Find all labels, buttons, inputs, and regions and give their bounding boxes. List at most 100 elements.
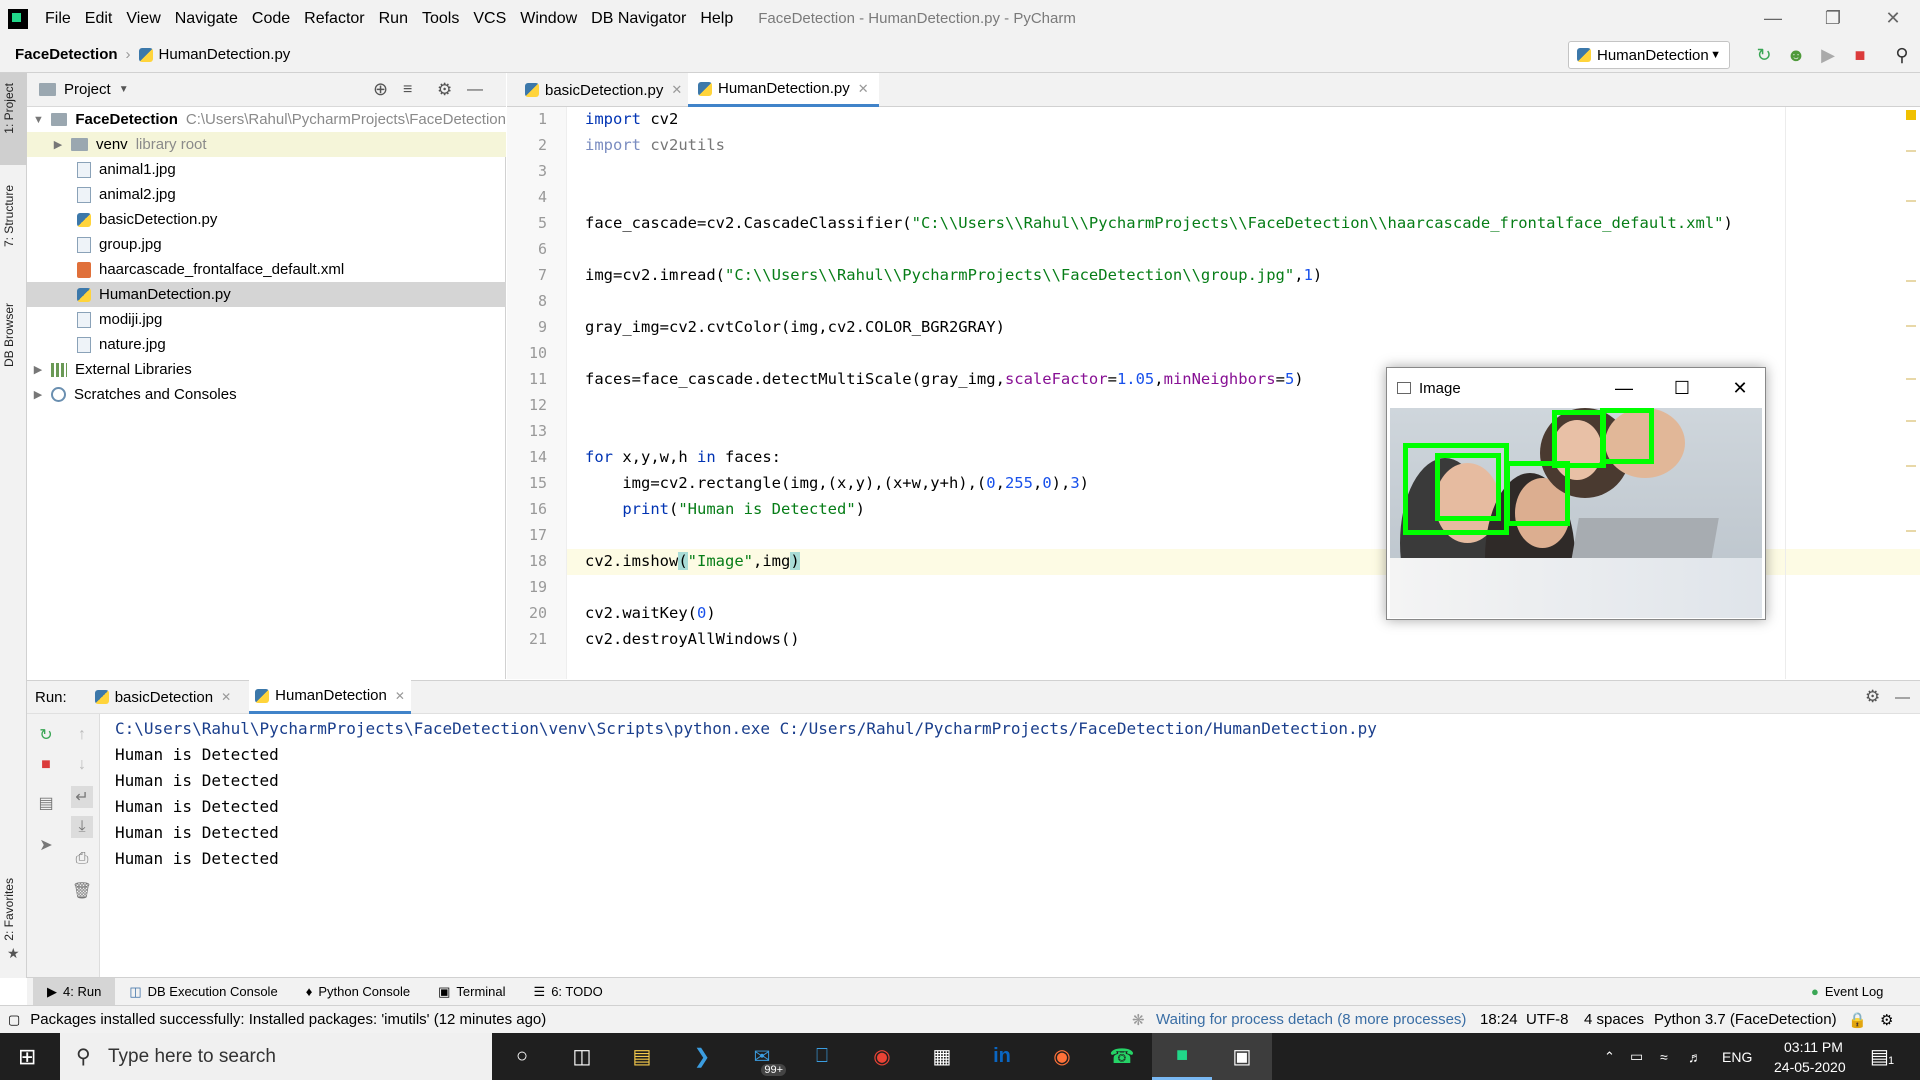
menu-navigate[interactable]: Navigate — [168, 10, 245, 28]
rerun-icon[interactable]: ↻ — [1752, 43, 1776, 67]
tool-tab-db-browser[interactable]: DB Browser — [2, 303, 16, 367]
status-message[interactable]: Packages installed successfully: Install… — [30, 1011, 546, 1028]
pycharm-taskbar-icon[interactable]: ■ — [1152, 1033, 1212, 1080]
firefox-icon[interactable]: ◉ — [1032, 1033, 1092, 1080]
tree-item-file[interactable]: nature.jpg — [27, 332, 506, 357]
menu-run[interactable]: Run — [372, 10, 415, 28]
inspector-icon[interactable]: ⚙ — [1880, 1011, 1893, 1029]
breadcrumb-file[interactable]: HumanDetection.py — [159, 46, 291, 63]
whatsapp-icon[interactable]: ☎ — [1092, 1033, 1152, 1080]
toolwindow-terminal[interactable]: ▣ Terminal — [424, 978, 519, 1006]
language-indicator[interactable]: ENG — [1722, 1049, 1752, 1065]
menu-vcs[interactable]: VCS — [466, 10, 513, 28]
image-window[interactable]: Image — ☐ ✕ — [1386, 367, 1766, 620]
image-window-taskbar-icon[interactable]: ▣ — [1212, 1033, 1272, 1080]
maximize-icon[interactable]: ☐ — [1657, 368, 1707, 408]
collapse-icon[interactable]: ≡ — [403, 81, 412, 99]
file-encoding[interactable]: UTF-8 — [1526, 1011, 1569, 1028]
coverage-icon[interactable]: ▶ — [1816, 43, 1840, 67]
menu-db-navigator[interactable]: DB Navigator — [584, 10, 693, 28]
minimize-icon[interactable]: — — [1750, 0, 1796, 37]
gear-icon[interactable]: ⚙ — [1865, 687, 1880, 707]
close-icon[interactable]: ✕ — [671, 82, 682, 98]
layout-icon[interactable]: ▤ — [35, 792, 57, 814]
close-icon[interactable]: ✕ — [395, 689, 405, 703]
task-view-icon[interactable]: ◫ — [552, 1033, 612, 1080]
soft-wrap-icon[interactable]: ↵ — [71, 786, 93, 808]
pin-icon[interactable]: ➤ — [35, 834, 57, 856]
file-explorer-icon[interactable]: ▤ — [612, 1033, 672, 1080]
interpreter[interactable]: Python 3.7 (FaceDetection) — [1654, 1011, 1837, 1028]
scroll-to-end-icon[interactable]: ⤓ — [71, 816, 93, 838]
stop-icon[interactable]: ■ — [1848, 43, 1872, 67]
tree-item-file[interactable]: haarcascade_frontalface_default.xml — [27, 257, 506, 282]
run-configuration-select[interactable]: HumanDetection ▼ — [1568, 41, 1730, 69]
indent-setting[interactable]: 4 spaces — [1584, 1011, 1644, 1028]
run-tab-basicdetection[interactable]: basicDetection ✕ — [89, 680, 237, 714]
tree-item-venv[interactable]: ▶ venv library root — [27, 132, 506, 157]
tree-item-file-selected[interactable]: HumanDetection.py — [27, 282, 506, 307]
menu-tools[interactable]: Tools — [415, 10, 466, 28]
minimize-icon[interactable]: — — [1599, 368, 1649, 408]
chevron-up-icon[interactable]: ⌃ — [1604, 1049, 1615, 1065]
run-tab-humandetection[interactable]: HumanDetection ✕ — [249, 680, 411, 714]
tree-item-external-libraries[interactable]: ▶ External Libraries — [27, 357, 506, 382]
close-icon[interactable]: ✕ — [1870, 0, 1916, 37]
toolwindow-db-execution-console[interactable]: ◫ DB Execution Console — [115, 978, 291, 1006]
project-panel-title[interactable]: Project — [64, 81, 111, 98]
windows-start-icon[interactable]: ⊞ — [18, 1044, 36, 1070]
menu-edit[interactable]: Edit — [78, 10, 120, 28]
chrome-icon[interactable]: ◉ — [852, 1033, 912, 1080]
mail-icon[interactable]: ✉ 99+ — [732, 1033, 792, 1080]
menu-file[interactable]: File — [38, 10, 78, 28]
arrow-down-icon[interactable]: ↓ — [71, 754, 93, 776]
hide-icon[interactable]: — — [1895, 689, 1910, 706]
tab-humandetection[interactable]: HumanDetection.py ✕ — [688, 73, 879, 107]
tool-tab-structure[interactable]: 7: Structure — [2, 185, 16, 247]
cortana-icon[interactable]: ○ — [492, 1033, 552, 1080]
tool-tab-favorites[interactable]: 2: Favorites — [2, 878, 16, 941]
tree-item-file[interactable]: modiji.jpg — [27, 307, 506, 332]
close-icon[interactable]: ✕ — [1715, 368, 1765, 408]
taskbar-search[interactable]: ⚲ Type here to search — [60, 1033, 492, 1080]
tree-item-scratches[interactable]: ▶ Scratches and Consoles — [27, 382, 506, 407]
image-window-titlebar[interactable]: Image — ☐ ✕ — [1387, 368, 1765, 408]
linkedin-icon[interactable]: in — [972, 1033, 1032, 1080]
menu-view[interactable]: View — [119, 10, 167, 28]
clock-date[interactable]: 24-05-2020 — [1774, 1059, 1846, 1075]
toolwindow-run[interactable]: ▶ 4: Run — [33, 977, 116, 1006]
volume-icon[interactable]: ♬ — [1688, 1049, 1702, 1065]
status-toggle-icon[interactable]: ▢ — [8, 1012, 20, 1028]
tool-tab-project[interactable]: 1: Project — [2, 83, 16, 134]
stop-icon[interactable]: ■ — [35, 754, 57, 776]
menu-window[interactable]: Window — [513, 10, 584, 28]
vscode-icon[interactable]: ❯ — [672, 1033, 732, 1080]
arrow-up-icon[interactable]: ↑ — [71, 724, 93, 746]
breadcrumb-project[interactable]: FaceDetection — [15, 46, 118, 63]
process-status[interactable]: Waiting for process detach (8 more proce… — [1156, 1011, 1466, 1028]
tree-item-file[interactable]: group.jpg — [27, 232, 506, 257]
restore-icon[interactable]: ❐ — [1810, 0, 1856, 37]
remote-desktop-icon[interactable]: ⎕ — [792, 1033, 852, 1080]
chevron-down-icon[interactable]: ▼ — [119, 84, 129, 95]
locate-icon[interactable]: ⊕ — [373, 79, 388, 100]
menu-code[interactable]: Code — [245, 10, 297, 28]
store-icon[interactable]: ▦ — [912, 1033, 972, 1080]
tree-item-file[interactable]: basicDetection.py — [27, 207, 506, 232]
print-icon[interactable]: ⎙ — [71, 848, 93, 870]
wifi-icon[interactable]: ≈ — [1660, 1049, 1668, 1065]
event-log[interactable]: ● Event Log — [1797, 978, 1897, 1006]
notifications-icon[interactable]: ▤ — [1870, 1044, 1889, 1069]
caret-position[interactable]: 18:24 — [1480, 1011, 1518, 1028]
close-icon[interactable]: ✕ — [221, 690, 231, 704]
search-icon[interactable]: ⚲ — [1890, 43, 1914, 67]
tree-root[interactable]: ▼ FaceDetection C:\Users\Rahul\PycharmPr… — [27, 107, 506, 132]
lock-icon[interactable]: 🔒 — [1848, 1011, 1867, 1029]
trash-icon[interactable]: 🗑 — [71, 880, 93, 902]
menu-help[interactable]: Help — [693, 10, 740, 28]
tree-item-file[interactable]: animal1.jpg — [27, 157, 506, 182]
tree-item-file[interactable]: animal2.jpg — [27, 182, 506, 207]
battery-icon[interactable]: ▭ — [1630, 1048, 1643, 1065]
toolwindow-python-console[interactable]: ♦ Python Console — [292, 978, 424, 1006]
gear-icon[interactable]: ⚙ — [437, 80, 452, 100]
